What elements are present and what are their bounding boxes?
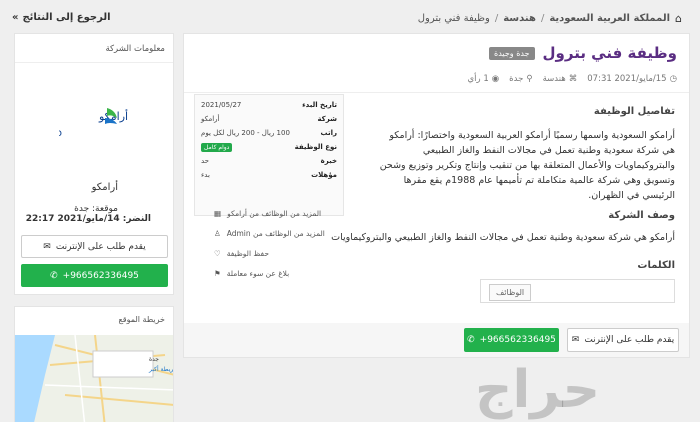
company-location: موقعة: جدة xyxy=(74,204,118,214)
phone-icon: ✆ xyxy=(50,270,58,281)
info-key: خبرة xyxy=(320,157,337,165)
topbar: ⌂ المملكة العربية السعودية / هندسة / وظي… xyxy=(0,0,700,34)
breadcrumb-separator: / xyxy=(540,13,545,24)
map-title: خريطة الموقع xyxy=(118,315,165,324)
link-label: المزيد من الوظائف من أرامكو xyxy=(227,209,322,218)
job-type-pill: دوام كامل xyxy=(201,143,233,152)
more-from-admin-link[interactable]: المزيد من الوظائف من Admin ♙ xyxy=(214,229,344,238)
apply-label: يقدم طلب على الإنترنت xyxy=(584,335,675,345)
company-date: النضر: 14/مايو/2021 22:17 xyxy=(25,214,151,224)
job-title: وظيفة فني بترول xyxy=(542,44,677,62)
divider xyxy=(15,62,173,63)
svg-text:عرض خريطة أكبر: عرض خريطة أكبر xyxy=(148,365,174,373)
home-icon[interactable]: ⌂ xyxy=(675,12,682,25)
save-job-link[interactable]: حفظ الوظيفة ♡ xyxy=(214,249,344,258)
info-key: مؤهلات xyxy=(311,171,337,179)
clock-icon: ◷ xyxy=(669,74,677,84)
breadcrumb-home[interactable]: المملكة العربية السعودية xyxy=(549,13,670,24)
keywords-heading: الكلمات xyxy=(637,260,675,271)
tag-icon: ⌘ xyxy=(568,74,578,84)
side-links: المزيد من الوظائف من أرامكو ▦ المزيد من ا… xyxy=(214,209,344,289)
svg-text:aramco: aramco xyxy=(59,128,62,139)
site-watermark: حراج xyxy=(475,360,604,420)
double-chevron-icon: » xyxy=(12,12,19,23)
back-label: الرجوع إلى النتائج xyxy=(22,12,111,23)
company-name: أرامكو xyxy=(91,182,118,193)
info-value: 100 ريال - 200 ريال لكل يوم xyxy=(201,129,290,137)
meta-category: ⌘ هندسة xyxy=(543,74,578,84)
info-value: دوام كامل xyxy=(201,143,233,152)
info-key: شركة xyxy=(317,115,337,123)
info-row: شركة أرامكو xyxy=(201,115,337,123)
breadcrumb: ⌂ المملكة العربية السعودية / هندسة / وظي… xyxy=(418,12,682,25)
keywords-box: الوظائف xyxy=(480,279,675,303)
phone-label: 966562336495+ xyxy=(479,335,556,345)
back-to-results-link[interactable]: الرجوع إلى النتائج » xyxy=(12,12,111,23)
eye-icon: ◉ xyxy=(491,74,500,84)
info-key: راتب xyxy=(320,129,337,137)
sidebar-title: معلومات الشركة xyxy=(105,44,165,54)
job-description: أرامكو السعودية واسمها رسميًا أرامكو الع… xyxy=(379,130,675,201)
job-meta: ◷ 15/مايو/2021 07:31 ⌘ هندسة ⚲ جدة ◉ 1 رأي xyxy=(467,74,677,84)
svg-text:جدة: جدة xyxy=(149,356,159,363)
info-value: بدء xyxy=(201,171,210,179)
divider xyxy=(184,92,689,93)
meta-city: ⚲ جدة xyxy=(509,74,532,84)
envelope-icon: ✉ xyxy=(571,335,580,345)
heart-icon: ♡ xyxy=(214,249,221,258)
phone-icon: ✆ xyxy=(467,335,475,345)
location-map-card: خريطة الموقع جدة عرض خريطة أكبر xyxy=(14,306,174,422)
envelope-icon: ✉ xyxy=(43,241,51,252)
posted-date: 15/مايو/2021 07:31 xyxy=(587,74,667,84)
more-from-company-link[interactable]: المزيد من الوظائف من أرامكو ▦ xyxy=(214,209,344,218)
job-details-heading: تفاصيل الوظيفة xyxy=(593,106,675,117)
city-text: جدة xyxy=(509,74,524,84)
views-text: 1 رأي xyxy=(467,74,489,84)
info-key: نوع الوظيفة xyxy=(294,143,337,151)
job-card: وظيفة فني بترول جدة وجيدة ◷ 15/مايو/2021 … xyxy=(183,33,690,358)
info-row: مؤهلات بدء xyxy=(201,171,337,179)
job-info-card: تاريخ البدء 2021/05/27 شركة أرامكو راتب … xyxy=(194,94,344,216)
action-bar: يقدم طلب على الإنترنت ✉ 966562336495+ ✆ xyxy=(183,323,690,358)
keyword-tag[interactable]: الوظائف xyxy=(489,284,532,301)
info-row: تاريخ البدء 2021/05/27 xyxy=(201,101,337,109)
meta-posted: ◷ 15/مايو/2021 07:31 xyxy=(587,74,677,84)
breadcrumb-current: وظيفة فني بترول xyxy=(417,13,490,24)
meta-views: ◉ 1 رأي xyxy=(467,74,499,84)
apply-online-button[interactable]: يقدم طلب على الإنترنت ✉ xyxy=(567,328,679,352)
title-row: وظيفة فني بترول جدة وجيدة xyxy=(489,44,677,62)
map-view[interactable]: جدة عرض خريطة أكبر xyxy=(15,334,174,422)
info-row: نوع الوظيفة دوام كامل xyxy=(201,143,337,152)
link-label: المزيد من الوظائف من Admin xyxy=(226,229,325,238)
company-sidebar: معلومات الشركة أرامكو aramco أرامكو موقع… xyxy=(14,33,174,295)
breadcrumb-category[interactable]: هندسة xyxy=(503,13,536,24)
category-text: هندسة xyxy=(542,74,566,84)
sidebar-apply-button[interactable]: يقدم طلب على الإنترنت ✉ xyxy=(21,235,168,258)
link-label: بلاغ عن سوء معاملة xyxy=(226,269,290,278)
info-value: حد xyxy=(201,157,210,165)
report-abuse-link[interactable]: بلاغ عن سوء معاملة ⚑ xyxy=(214,269,344,278)
info-row: راتب 100 ريال - 200 ريال لكل يوم xyxy=(201,129,337,137)
aramco-logo: أرامكو aramco xyxy=(24,104,129,144)
sidebar-phone-button[interactable]: 966562336495+ ✆ xyxy=(21,264,168,287)
company-desc-heading: وصف الشركة xyxy=(608,210,675,221)
info-key: تاريخ البدء xyxy=(302,101,337,109)
flag-icon: ⚑ xyxy=(214,269,221,278)
apply-label: يقدم طلب على الإنترنت xyxy=(55,241,146,252)
breadcrumb-separator: / xyxy=(494,13,499,24)
link-label: حفظ الوظيفة xyxy=(226,249,269,258)
pin-icon: ⚲ xyxy=(526,74,533,84)
phone-label: 966562336495+ xyxy=(62,270,139,281)
info-value: أرامكو xyxy=(201,115,220,123)
user-icon: ♙ xyxy=(214,229,221,238)
info-value: 2021/05/27 xyxy=(201,101,242,109)
job-badge: جدة وجيدة xyxy=(489,46,535,60)
phone-button[interactable]: 966562336495+ ✆ xyxy=(464,328,559,352)
company-description: أرامكو هي شركة سعودية وطنية تعمل في مجال… xyxy=(331,232,675,243)
building-icon: ▦ xyxy=(214,209,222,218)
info-row: خبرة حد xyxy=(201,157,337,165)
